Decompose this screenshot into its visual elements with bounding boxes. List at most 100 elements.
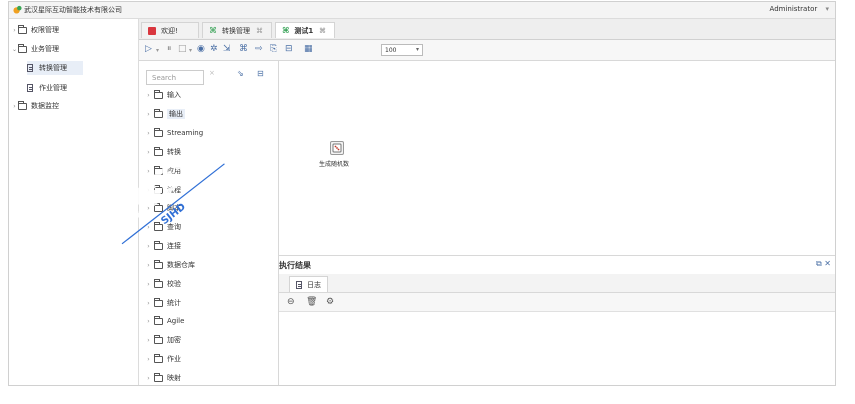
chevron-right-icon[interactable]: › xyxy=(11,103,18,110)
step-category-encryption[interactable]: › 加密 xyxy=(145,333,181,347)
step-category-streaming[interactable]: › Streaming xyxy=(145,126,203,140)
popout-icon[interactable]: ⧉ xyxy=(816,259,822,268)
tree-item-label: 业务管理 xyxy=(31,45,59,53)
step-category-mapping[interactable]: › 映射 xyxy=(145,371,181,385)
settings-icon[interactable]: ⚙ xyxy=(326,297,334,307)
welcome-icon xyxy=(148,26,156,35)
preview-icon[interactable]: ◉ xyxy=(197,44,205,54)
tree-item-label: 权限管理 xyxy=(31,26,59,34)
tree-item-label: 转换管理 xyxy=(39,64,67,72)
step-category-statistics[interactable]: › 统计 xyxy=(145,296,181,310)
tab-label: 测试1 xyxy=(294,26,314,35)
impact-icon[interactable]: ⇨ xyxy=(255,44,263,54)
sql-icon[interactable]: ⎘ xyxy=(270,44,277,54)
step-category-input[interactable]: › 输入 xyxy=(145,88,181,102)
debug-icon[interactable]: ✲ xyxy=(210,44,218,54)
transform-icon: ⌘ xyxy=(282,26,290,35)
folder-icon xyxy=(154,240,163,250)
expand-tree-icon[interactable]: ⇘ xyxy=(237,69,244,78)
clear-log-icon[interactable]: ⊖ xyxy=(287,297,295,307)
chevron-right-icon: › xyxy=(147,242,150,250)
folder-icon xyxy=(154,372,163,382)
user-name: Administrator xyxy=(769,5,818,13)
company-name: 武汉星际互动智能技术有限公司 xyxy=(24,6,122,14)
top-bar: 武汉星际互动智能技术有限公司 Administrator ▾ xyxy=(9,2,835,19)
tree-item-data-monitor[interactable]: › 数据监控 xyxy=(11,99,59,113)
nav-tree: › 权限管理 ⌄ 业务管理 转换管理 作业管理 › 数据监控 xyxy=(9,19,139,385)
step-category-application[interactable]: › 应用 xyxy=(145,164,181,178)
step-category-join[interactable]: › 连接 xyxy=(145,239,181,253)
transformation-canvas[interactable]: 生成随机数 xyxy=(279,61,835,254)
company-logo-icon xyxy=(13,5,22,14)
chevron-right-icon: › xyxy=(147,110,150,118)
tab-test1[interactable]: ⌘ 测试1 ⌘ xyxy=(275,22,335,38)
chevron-right-icon: › xyxy=(147,91,150,99)
chevron-right-icon: › xyxy=(147,299,150,307)
run-options-chevron-icon[interactable]: ▾ xyxy=(156,46,159,56)
zoom-value: 100 xyxy=(385,46,397,54)
chevron-right-icon: › xyxy=(147,167,150,175)
trash-icon[interactable]: 🗑 xyxy=(306,297,317,307)
folder-icon xyxy=(154,259,163,269)
folder-icon xyxy=(154,334,163,344)
run-icon[interactable]: ▷ xyxy=(145,44,152,54)
random-generator-step[interactable] xyxy=(330,141,344,155)
tab-transform-mgmt[interactable]: ⌘ 转换管理 ⌘ xyxy=(202,22,272,38)
close-icon[interactable]: ⌘ xyxy=(256,27,263,35)
folder-icon xyxy=(154,108,163,118)
step-category-data-warehouse[interactable]: › 数据仓库 xyxy=(145,258,195,272)
close-icon[interactable]: ✕ xyxy=(824,259,831,268)
explore-db-icon[interactable]: ⊟ xyxy=(285,44,293,54)
step-search-input[interactable]: Search xyxy=(146,70,204,85)
step-category-lookup[interactable]: › 查询 xyxy=(145,220,181,234)
step-category-agile[interactable]: › Agile xyxy=(145,314,184,328)
transform-icon: ⌘ xyxy=(209,26,217,35)
step-category-transform[interactable]: › 转换 xyxy=(145,145,181,159)
step-category-output[interactable]: › 输出 xyxy=(145,107,185,121)
steps-panel: Search × ⇘ ⊟ › 输入 › 输出 › Streaming › 转换 › 应用 … xyxy=(139,61,279,385)
chevron-right-icon: › xyxy=(147,280,150,288)
chevron-right-icon[interactable]: › xyxy=(11,27,18,34)
tab-log[interactable]: 日志 xyxy=(289,276,328,292)
folder-icon xyxy=(154,353,163,363)
folder-icon xyxy=(154,184,163,194)
chevron-right-icon: › xyxy=(147,317,150,325)
folder-icon xyxy=(154,297,163,307)
chevron-down-icon[interactable]: ⌄ xyxy=(11,46,18,53)
folder-icon xyxy=(154,315,163,325)
tree-item-permissions[interactable]: › 权限管理 xyxy=(11,23,59,37)
chevron-right-icon: › xyxy=(147,336,150,344)
log-icon xyxy=(296,280,302,289)
chevron-right-icon: › xyxy=(147,374,150,382)
stop-icon[interactable]: □ xyxy=(178,44,187,54)
close-icon[interactable]: ⌘ xyxy=(319,27,326,35)
user-menu[interactable]: Administrator ▾ xyxy=(770,5,829,13)
zoom-select[interactable]: 100 ▾ xyxy=(381,44,423,56)
step-category-flow[interactable]: › 流程 xyxy=(145,183,181,197)
folder-icon xyxy=(18,100,27,110)
folder-icon xyxy=(154,165,163,175)
tree-item-job-mgmt[interactable]: 作业管理 xyxy=(27,81,67,95)
tree-item-business[interactable]: ⌄ 业务管理 xyxy=(11,42,59,56)
align-grid-icon[interactable]: ▦ xyxy=(304,44,313,54)
folder-icon xyxy=(154,202,163,212)
tree-item-label: 数据监控 xyxy=(31,102,59,110)
clear-search-icon[interactable]: × xyxy=(209,69,215,77)
stop-options-chevron-icon[interactable]: ▾ xyxy=(189,46,192,56)
log-toolbar: ⊖ 🗑 ⚙ xyxy=(279,293,835,312)
step-category-script[interactable]: › 脚本 xyxy=(145,201,181,215)
collapse-tree-icon[interactable]: ⊟ xyxy=(257,69,264,78)
results-tab-bar: 日志 xyxy=(279,274,835,293)
chevron-right-icon: › xyxy=(147,355,150,363)
document-icon xyxy=(27,84,33,92)
results-title: 执行结果 xyxy=(279,261,311,270)
verify-icon[interactable]: ⌘ xyxy=(239,44,248,54)
tab-welcome[interactable]: 欢迎! xyxy=(141,22,199,38)
step-category-validation[interactable]: › 校验 xyxy=(145,277,181,291)
pause-icon[interactable]: ⏸ xyxy=(167,44,172,54)
step-category-job[interactable]: › 作业 xyxy=(145,352,181,366)
replay-icon[interactable]: ⇲ xyxy=(223,44,231,54)
chevron-right-icon: › xyxy=(147,129,150,137)
tree-item-transform-mgmt[interactable]: 转换管理 xyxy=(27,61,83,75)
folder-icon xyxy=(18,43,27,53)
